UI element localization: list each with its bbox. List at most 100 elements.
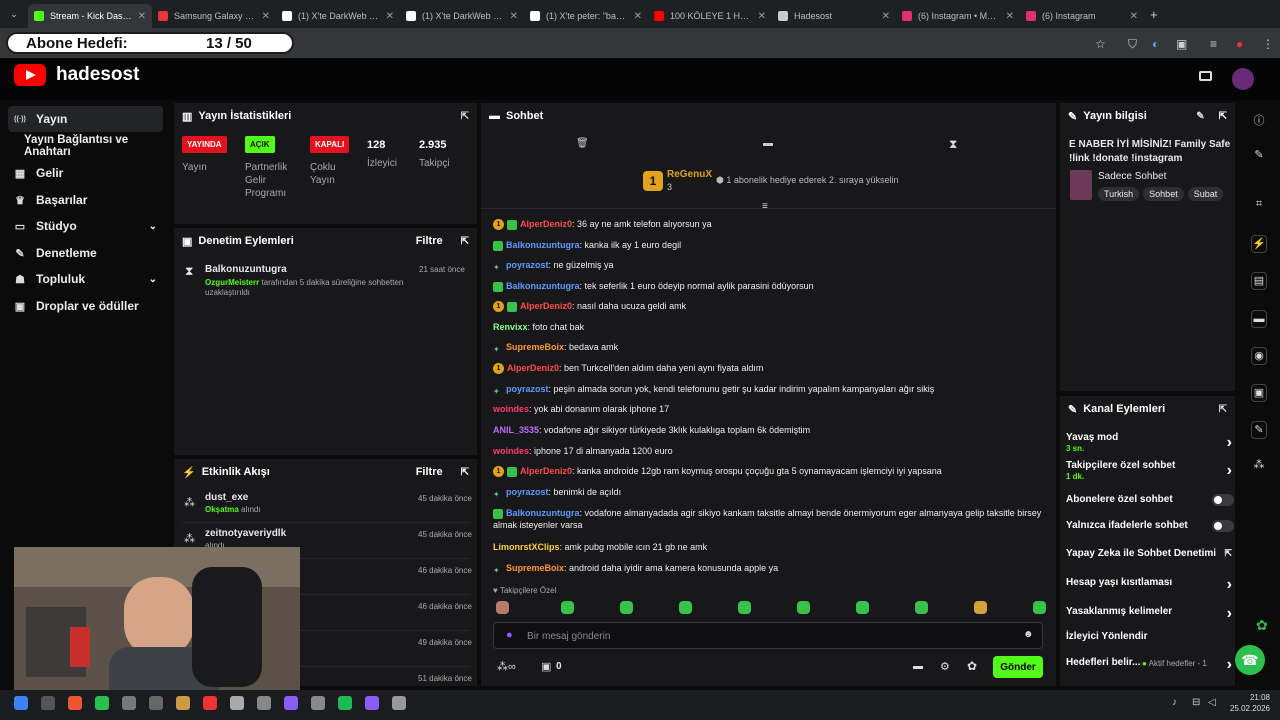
mic-icon[interactable]: ● [506,629,513,641]
tab-close-icon[interactable]: ✕ [882,11,890,22]
chat-username[interactable]: LimonrstXClips [493,542,560,552]
emote-picker-icon[interactable]: ✿ [967,659,977,673]
toggle-switch[interactable] [1212,494,1234,506]
taskbar-app-icon[interactable] [14,696,28,710]
taskbar-app-icon[interactable] [68,696,82,710]
sidebar-item[interactable]: ((·)) Yayın [8,106,163,132]
taskbar-app-icon[interactable] [284,696,298,710]
browser-tab[interactable]: (6) Instagram • Mesa ✕ [896,4,1020,28]
sidebar-item[interactable]: Yayın Bağlantısı ve Anahtarı [8,133,170,159]
stream-category[interactable]: Sadece Sohbet [1098,171,1166,182]
taskbar-app-icon[interactable] [95,696,109,710]
sidebar-item[interactable]: ✎ Denetleme [8,240,163,266]
stream-tag[interactable]: Sohbet [1143,187,1184,201]
puzzle-icon[interactable]: ▣ [1176,37,1187,51]
chat-username[interactable]: poyrazost [506,487,549,497]
chat-username[interactable]: woindes [493,404,529,414]
assistant-icon[interactable]: ✿ [1256,617,1268,634]
taskbar-app-icon[interactable] [257,696,271,710]
browser-tab[interactable]: (1) X'te peter: "banka ✕ [524,4,648,28]
shield-icon[interactable]: ⛉ [1128,37,1137,52]
popout-icon[interactable]: ⇱ [461,467,469,478]
chat-settings-icon[interactable]: ▬ [913,661,923,672]
layout-icon[interactable]: ▣ [1251,384,1267,402]
tab-close-icon[interactable]: ✕ [1130,11,1138,22]
tab-list-icon[interactable]: ⌄ [0,9,28,20]
avatar[interactable] [1232,68,1254,90]
new-tab-button[interactable]: + [1150,7,1158,22]
chat-bubble-icon[interactable]: ▬ [1251,310,1267,328]
sidebar-item[interactable]: ▭ Stüdyo ⌄ [8,213,163,239]
channel-action-item[interactable]: Yasaklanmış kelimeler › [1066,605,1232,622]
emote-icon[interactable] [1033,601,1046,614]
emote-icon[interactable] [679,601,692,614]
chat-username[interactable]: Balkonuzuntugra [506,240,580,250]
tab-close-icon[interactable]: ✕ [1006,11,1014,22]
sidebar-item[interactable]: ♛ Başarılar [8,187,163,213]
chat-username[interactable]: poyrazost [506,384,549,394]
moderator-name[interactable]: OzgurMeisterr [205,278,259,287]
gift-icon[interactable]: ▣ [541,660,551,673]
support-chat-icon[interactable]: ☎ [1235,645,1265,675]
mic-icon[interactable]: ♪ [1172,697,1177,708]
emote-icon[interactable] [561,601,574,614]
taskbar-app-icon[interactable] [311,696,325,710]
chat-username[interactable]: ANIL_3535 [493,425,539,435]
filter-button[interactable]: Filtre [416,235,443,247]
tab-close-icon[interactable]: ✕ [138,11,146,22]
emote-icon[interactable] [974,601,987,614]
collapse-icon[interactable]: ≡ [762,201,768,212]
taskbar-app-icon[interactable] [122,696,136,710]
chat-username[interactable]: Balkonuzuntugra [506,281,580,291]
tab-close-icon[interactable]: ✕ [758,11,766,22]
pen-icon[interactable]: ✎ [1251,148,1267,161]
stream-tag[interactable]: Subat [1187,187,1224,201]
taskbar-app-icon[interactable] [176,696,190,710]
emote-icon[interactable] [797,601,810,614]
sidebar-item[interactable]: ▦ Gelir [8,160,163,186]
profile-icon[interactable]: ● [1236,37,1243,51]
gear-icon[interactable]: ⚙ [940,660,950,673]
sidebar-item[interactable]: ☗ Topluluk ⌄ [8,266,163,292]
taskbar-app-icon[interactable] [41,696,55,710]
emote-icon[interactable] [915,601,928,614]
trash-icon[interactable]: 🗑 [576,138,589,149]
browser-tab[interactable]: (6) Instagram ✕ [1020,4,1144,28]
tab-close-icon[interactable]: ✕ [634,11,642,22]
more-menu-icon[interactable]: ⋮ [1262,37,1274,51]
clock-date[interactable]: 25.02.2026 [1226,704,1270,713]
taskbar-app-icon[interactable] [365,696,379,710]
chat-username[interactable]: woindes [493,446,529,456]
hourglass-icon[interactable]: ⧗ [949,137,957,152]
info-icon[interactable]: ⓘ [1251,112,1267,128]
browser-tab[interactable]: Stream - Kick Dashbo ✕ [28,4,152,28]
browser-tab[interactable]: (1) X'te DarkWeb Hab ✕ [276,4,400,28]
chat-username[interactable]: SupremeBoix [506,563,564,573]
bolt-icon[interactable]: ⚡ [1251,235,1267,253]
broadcast-icon[interactable]: ◉ [1251,347,1267,365]
channel-action-item[interactable]: Yavaş mod 3 sn. › [1066,432,1232,453]
channel-action-item[interactable]: Takipçilere özel sohbet 1 dk. › [1066,460,1232,481]
toggle-switch[interactable] [1212,520,1234,532]
taskbar-app-icon[interactable] [338,696,352,710]
tab-close-icon[interactable]: ✕ [262,11,270,22]
taskbar-app-icon[interactable] [230,696,244,710]
moderated-user[interactable]: Balkonuzuntugra [205,264,287,275]
channel-action-item[interactable]: Yapay Zeka ile Sohbet Denetimi ⇱ [1066,548,1232,559]
emote-icon[interactable] [620,601,633,614]
chat-username[interactable]: SupremeBoix [506,342,564,352]
browser-tab[interactable]: 100 KÖLEYE 1 HAFTA ✕ [648,4,772,28]
layout-icon[interactable] [1199,71,1212,81]
document-icon[interactable]: ▤ [1251,272,1267,290]
send-button[interactable]: Gönder [993,656,1043,678]
emote-icon[interactable] [738,601,751,614]
sidebar-item[interactable]: ▣ Droplar ve ödüller [8,293,163,319]
event-user[interactable]: zeitnotyaveriydlk [205,528,286,539]
emote-icon[interactable] [496,601,509,614]
edit-icon[interactable]: ✎ [1196,111,1204,122]
channel-action-item[interactable]: Abonelere özel sohbet [1066,494,1234,506]
browser-tab[interactable]: Hadesost ✕ [772,4,896,28]
channel-logo[interactable]: hadesost [14,64,139,86]
browser-tab[interactable]: (1) X'te DarkWeb Hab ✕ [400,4,524,28]
chat-username[interactable]: AlperDeniz0 [520,466,572,476]
